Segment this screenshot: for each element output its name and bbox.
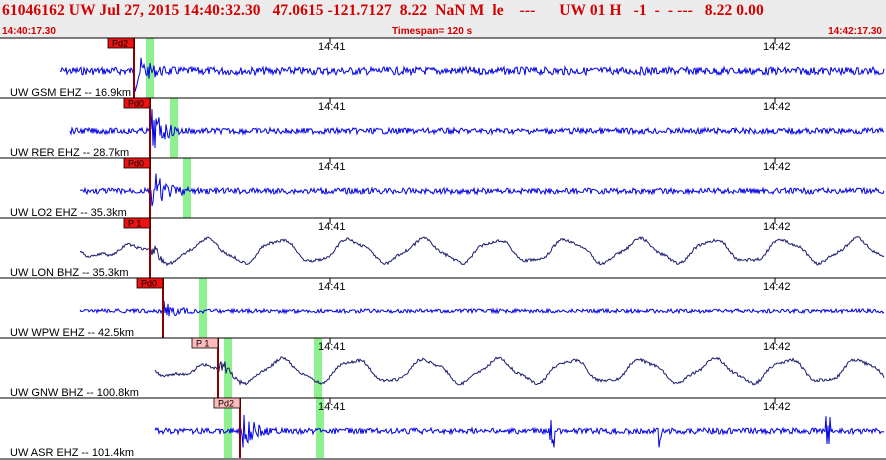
- station-label: UW GSM EHZ -- 16.9km: [10, 87, 131, 99]
- pick-label: Pd0: [128, 159, 144, 169]
- station-label: UW WPW EHZ -- 42.5km: [10, 327, 134, 339]
- station-label: UW LON BHZ -- 35.3km: [10, 267, 129, 279]
- time-label: 14:42: [763, 341, 791, 353]
- time-label: 14:41: [318, 401, 346, 413]
- pick-label: Pd2: [112, 39, 128, 49]
- time-label: 14:42: [763, 161, 791, 173]
- time-label: 14:41: [318, 161, 346, 173]
- waveform: [154, 356, 885, 386]
- pick-label: Pd2: [218, 399, 234, 409]
- waveform: [79, 173, 885, 207]
- pick-label: Pd0: [128, 99, 144, 109]
- time-label: 14:42: [763, 281, 791, 293]
- time-label: 14:42: [763, 401, 791, 413]
- seismogram-viewer: 61046162 UW Jul 27, 2015 14:40:32.30 47.…: [0, 0, 886, 460]
- waveform: [59, 57, 885, 92]
- station-label: UW RER EHZ -- 28.7km: [10, 147, 129, 159]
- time-label: 14:42: [763, 221, 791, 233]
- pick-label: P 1: [196, 339, 209, 349]
- time-label: 14:41: [318, 221, 346, 233]
- station-label: UW ASR EHZ -- 101.4km: [10, 447, 134, 459]
- phase-marker: [183, 158, 191, 218]
- waveform: [154, 414, 885, 448]
- time-label: 14:42: [763, 41, 791, 53]
- phase-marker: [199, 278, 207, 338]
- time-label: 14:41: [318, 341, 346, 353]
- time-label: 14:41: [318, 101, 346, 113]
- time-label: 14:41: [318, 41, 346, 53]
- station-label: UW LO2 EHZ -- 35.3km: [10, 207, 127, 219]
- time-label: 14:41: [318, 281, 346, 293]
- waveform: [69, 109, 884, 149]
- waveform: [79, 236, 885, 267]
- time-label: 14:42: [763, 101, 791, 113]
- pick-label: P 1: [128, 219, 141, 229]
- trace-panel[interactable]: 14:41 14:42 Pd2 UW GSM EHZ -- 16.9km 14:41 14…: [0, 0, 886, 460]
- station-label: UW GNW BHZ -- 100.8km: [10, 387, 139, 399]
- pick-label: Pd0: [141, 279, 157, 289]
